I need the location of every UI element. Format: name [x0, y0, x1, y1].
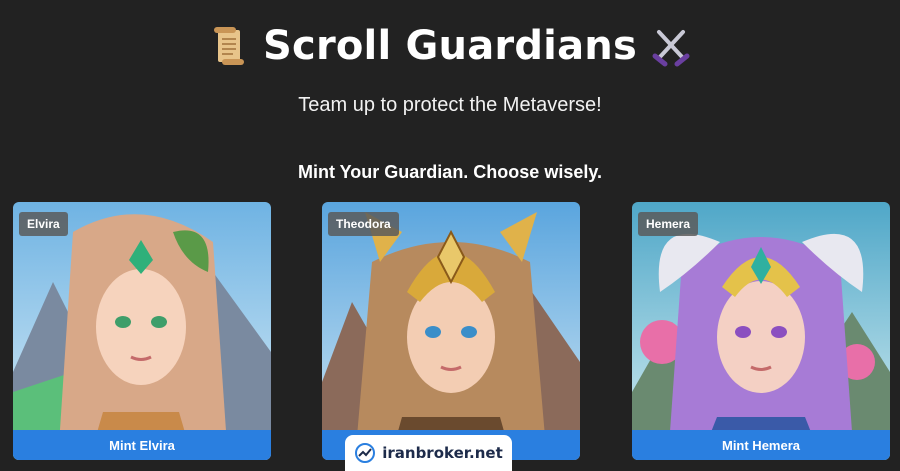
- chart-trend-icon: [355, 443, 376, 463]
- scroll-icon: [214, 27, 245, 65]
- theodora-portrait-image: [322, 202, 580, 460]
- guardian-card-theodora[interactable]: Theodora Mint Theodora: [322, 202, 580, 460]
- guardian-card-hemera[interactable]: Hemera Mint Hemera: [632, 202, 890, 460]
- guardian-name-tag: Elvira: [19, 212, 68, 236]
- hemera-portrait-image: [632, 202, 890, 460]
- page-subtitle: Team up to protect the Metaverse!: [298, 94, 602, 116]
- mint-prompt: Mint Your Guardian. Choose wisely.: [297, 162, 603, 182]
- watermark-text: iranbroker.net: [382, 444, 503, 462]
- mint-hemera-button[interactable]: Mint Hemera: [632, 430, 890, 460]
- guardian-name-tag: Theodora: [328, 212, 399, 236]
- guardian-card-elvira[interactable]: Elvira Mint Elvira: [13, 202, 271, 460]
- title-row: Scroll Guardians: [0, 18, 900, 74]
- mint-elvira-button[interactable]: Mint Elvira: [13, 430, 271, 460]
- watermark-badge: iranbroker.net: [345, 435, 512, 471]
- crossed-swords-icon: [652, 30, 690, 67]
- elvira-portrait-image: [13, 202, 271, 460]
- guardian-name-tag: Hemera: [638, 212, 699, 236]
- page-title: Scroll Guardians: [263, 23, 637, 69]
